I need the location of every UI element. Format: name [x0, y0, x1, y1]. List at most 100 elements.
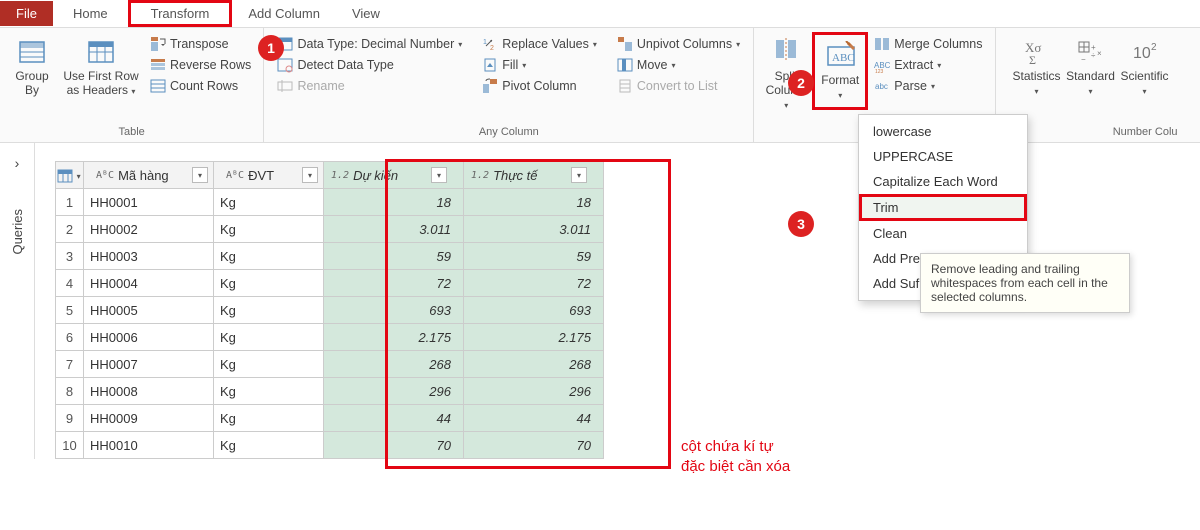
- merge-columns-button[interactable]: Merge Columns: [870, 34, 986, 54]
- use-first-row-button[interactable]: Use First Row as Headers ▾: [62, 32, 140, 102]
- tab-view[interactable]: View: [336, 1, 396, 26]
- scientific-button[interactable]: 102 Scientific▾: [1121, 32, 1169, 102]
- cell-dukien[interactable]: 59: [324, 243, 464, 270]
- table-row[interactable]: 4HH0004Kg7272: [56, 270, 604, 297]
- cell-thucte[interactable]: 44: [464, 405, 604, 432]
- row-header[interactable]: 6: [56, 324, 84, 351]
- cell-mahang[interactable]: HH0008: [84, 378, 214, 405]
- unpivot-columns-button[interactable]: Unpivot Columns ▾: [613, 34, 744, 54]
- cell-dvt[interactable]: Kg: [214, 351, 324, 378]
- cell-mahang[interactable]: HH0002: [84, 216, 214, 243]
- reverse-rows-button[interactable]: Reverse Rows: [146, 55, 255, 75]
- cell-mahang[interactable]: HH0003: [84, 243, 214, 270]
- cell-dvt[interactable]: Kg: [214, 405, 324, 432]
- table-row[interactable]: 1HH0001Kg1818: [56, 189, 604, 216]
- cell-thucte[interactable]: 296: [464, 378, 604, 405]
- column-header-dvt[interactable]: AᴮCĐVT▾: [214, 162, 324, 189]
- cell-mahang[interactable]: HH0006: [84, 324, 214, 351]
- cell-mahang[interactable]: HH0001: [84, 189, 214, 216]
- replace-values-button[interactable]: 12 Replace Values ▾: [478, 34, 601, 54]
- tab-add-column[interactable]: Add Column: [232, 1, 336, 26]
- cell-thucte[interactable]: 72: [464, 270, 604, 297]
- table-row[interactable]: 6HH0006Kg2.1752.175: [56, 324, 604, 351]
- table-row[interactable]: 9HH0009Kg4444: [56, 405, 604, 432]
- cell-dukien[interactable]: 44: [324, 405, 464, 432]
- row-header[interactable]: 1: [56, 189, 84, 216]
- fill-button[interactable]: Fill ▾: [478, 55, 601, 75]
- data-grid[interactable]: ▾ AᴮCMã hàng▾ AᴮCĐVT▾ 1.2Dự kiến▾ 1.2Thự…: [55, 161, 604, 459]
- cell-dukien[interactable]: 72: [324, 270, 464, 297]
- cell-dvt[interactable]: Kg: [214, 216, 324, 243]
- filter-dropdown-icon[interactable]: ▾: [192, 167, 208, 183]
- cell-dukien[interactable]: 70: [324, 432, 464, 459]
- filter-dropdown-icon[interactable]: ▾: [302, 167, 318, 183]
- cell-dukien[interactable]: 3.011: [324, 216, 464, 243]
- group-by-button[interactable]: Group By: [8, 32, 56, 102]
- menu-trim[interactable]: Trim: [859, 194, 1027, 221]
- cell-mahang[interactable]: HH0004: [84, 270, 214, 297]
- filter-dropdown-icon[interactable]: ▾: [571, 167, 587, 183]
- cell-mahang[interactable]: HH0007: [84, 351, 214, 378]
- row-header[interactable]: 5: [56, 297, 84, 324]
- statistics-button[interactable]: XσΣ Statistics▾: [1013, 32, 1061, 102]
- cell-thucte[interactable]: 693: [464, 297, 604, 324]
- column-header-mahang[interactable]: AᴮCMã hàng▾: [84, 162, 214, 189]
- extract-button[interactable]: ABC123 Extract ▾: [870, 55, 986, 75]
- grid-corner[interactable]: ▾: [56, 162, 84, 189]
- cell-thucte[interactable]: 18: [464, 189, 604, 216]
- detect-data-type-button[interactable]: Detect Data Type: [273, 55, 466, 75]
- cell-dvt[interactable]: Kg: [214, 270, 324, 297]
- cell-mahang[interactable]: HH0010: [84, 432, 214, 459]
- cell-mahang[interactable]: HH0009: [84, 405, 214, 432]
- transpose-button[interactable]: Transpose: [146, 34, 255, 54]
- row-header[interactable]: 9: [56, 405, 84, 432]
- data-type-button[interactable]: Data Type: Decimal Number ▾: [273, 34, 466, 54]
- row-header[interactable]: 4: [56, 270, 84, 297]
- cell-dvt[interactable]: Kg: [214, 189, 324, 216]
- format-button[interactable]: ABC Format▾: [816, 36, 864, 106]
- row-header[interactable]: 10: [56, 432, 84, 459]
- cell-thucte[interactable]: 268: [464, 351, 604, 378]
- menu-uppercase[interactable]: UPPERCASE: [859, 144, 1027, 169]
- cell-dukien[interactable]: 296: [324, 378, 464, 405]
- cell-thucte[interactable]: 59: [464, 243, 604, 270]
- tab-transform[interactable]: Transform: [128, 0, 233, 27]
- table-row[interactable]: 7HH0007Kg268268: [56, 351, 604, 378]
- cell-dukien[interactable]: 693: [324, 297, 464, 324]
- menu-capitalize[interactable]: Capitalize Each Word: [859, 169, 1027, 194]
- cell-dvt[interactable]: Kg: [214, 432, 324, 459]
- cell-dvt[interactable]: Kg: [214, 243, 324, 270]
- column-header-dukien[interactable]: 1.2Dự kiến▾: [324, 162, 464, 189]
- cell-thucte[interactable]: 2.175: [464, 324, 604, 351]
- table-row[interactable]: 8HH0008Kg296296: [56, 378, 604, 405]
- table-row[interactable]: 10HH0010Kg7070: [56, 432, 604, 459]
- table-row[interactable]: 3HH0003Kg5959: [56, 243, 604, 270]
- cell-dvt[interactable]: Kg: [214, 378, 324, 405]
- cell-thucte[interactable]: 70: [464, 432, 604, 459]
- pivot-column-button[interactable]: Pivot Column: [478, 76, 601, 96]
- tab-home[interactable]: Home: [53, 1, 128, 26]
- cell-dukien[interactable]: 18: [324, 189, 464, 216]
- menu-clean[interactable]: Clean: [859, 221, 1027, 246]
- row-header[interactable]: 3: [56, 243, 84, 270]
- tab-file[interactable]: File: [0, 1, 53, 26]
- cell-dvt[interactable]: Kg: [214, 324, 324, 351]
- cell-mahang[interactable]: HH0005: [84, 297, 214, 324]
- row-header[interactable]: 7: [56, 351, 84, 378]
- queries-panel-collapsed[interactable]: › Queries: [0, 143, 35, 459]
- cell-dvt[interactable]: Kg: [214, 297, 324, 324]
- cell-dukien[interactable]: 268: [324, 351, 464, 378]
- menu-lowercase[interactable]: lowercase: [859, 119, 1027, 144]
- filter-dropdown-icon[interactable]: ▾: [431, 167, 447, 183]
- table-row[interactable]: 2HH0002Kg3.0113.011: [56, 216, 604, 243]
- count-rows-button[interactable]: Count Rows: [146, 76, 255, 96]
- table-row[interactable]: 5HH0005Kg693693: [56, 297, 604, 324]
- cell-thucte[interactable]: 3.011: [464, 216, 604, 243]
- move-button[interactable]: Move ▾: [613, 55, 744, 75]
- column-header-thucte[interactable]: 1.2Thực tế▾: [464, 162, 604, 189]
- row-header[interactable]: 2: [56, 216, 84, 243]
- cell-dukien[interactable]: 2.175: [324, 324, 464, 351]
- row-header[interactable]: 8: [56, 378, 84, 405]
- parse-button[interactable]: abc Parse ▾: [870, 76, 986, 96]
- standard-button[interactable]: +÷−× Standard▾: [1067, 32, 1115, 102]
